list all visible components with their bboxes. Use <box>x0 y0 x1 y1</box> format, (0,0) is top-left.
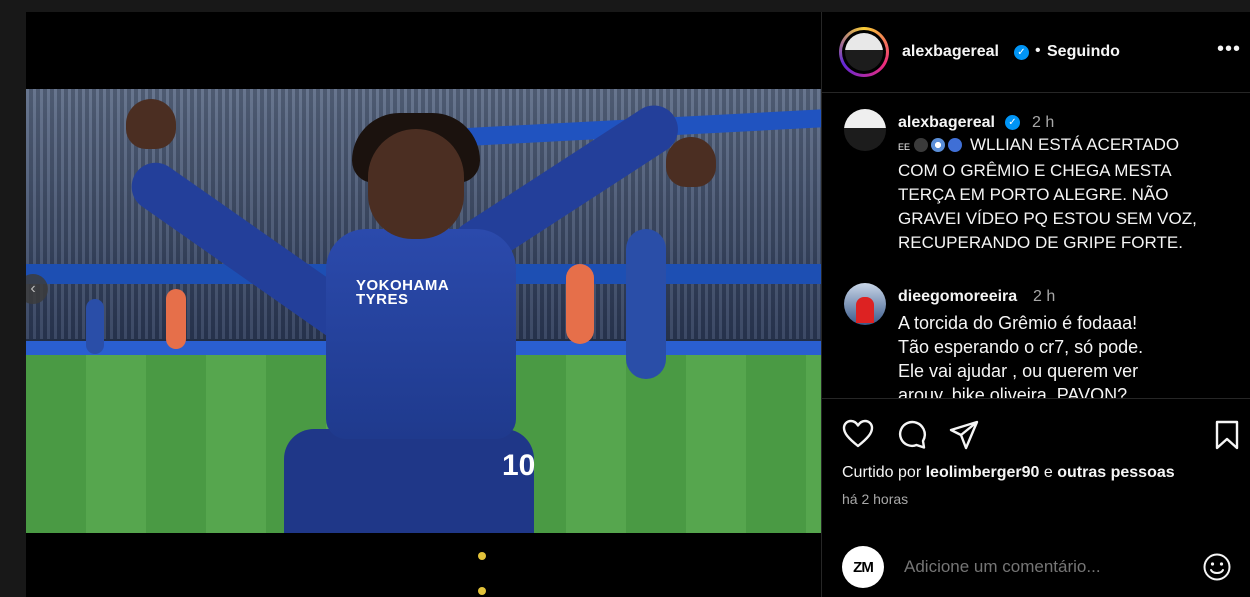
post-header: alexbagereal ✓ • Seguindo ••• <box>822 12 1250 93</box>
emoji-icon[interactable] <box>1202 552 1232 582</box>
caption-prefix: EE <box>898 142 911 152</box>
player-left-hand <box>126 99 176 149</box>
blue-circle-emoji-icon <box>948 138 963 152</box>
player-shirt <box>326 229 516 439</box>
player-head <box>368 129 464 239</box>
background-player <box>86 299 104 354</box>
verified-badge-icon: ✓ <box>1014 45 1029 60</box>
comment-input[interactable] <box>902 556 1196 578</box>
comment-text: A torcida do Grêmio é fodaaa! Tão espera… <box>898 313 1144 398</box>
sponsor-logo: YOKOHAMA TYRES <box>356 277 450 308</box>
author-username[interactable]: alexbagereal <box>902 43 999 61</box>
player-right-hand <box>666 137 716 187</box>
likes-summary: Curtido por leolimberger90 e outras pess… <box>842 464 1175 482</box>
caption-body: WLLIAN ESTÁ ACERTADO COM O GRÊMIO E CHEG… <box>898 135 1197 252</box>
commenter-avatar[interactable] <box>844 283 886 325</box>
share-send-icon[interactable] <box>948 419 980 451</box>
post-photo[interactable]: 10 YOKOHAMA TYRES <box>26 89 821 533</box>
post-timestamp[interactable]: há 2 horas <box>842 491 908 507</box>
background-player <box>566 264 594 344</box>
verified-badge-icon: ✓ <box>1005 115 1020 130</box>
author-avatar[interactable] <box>839 27 889 77</box>
avatar-image <box>845 33 883 71</box>
caption-text: EE WLLIAN ESTÁ ACERTADO COM O GRÊMIO E CH… <box>898 133 1238 255</box>
following-button[interactable]: Seguindo <box>1047 43 1120 61</box>
save-bookmark-icon[interactable] <box>1214 419 1240 451</box>
current-user-avatar: ZM <box>842 546 884 588</box>
background-player <box>166 289 186 349</box>
caption-time[interactable]: 2 h <box>1032 114 1054 132</box>
caption-username[interactable]: alexbagereal <box>898 114 995 132</box>
separator: • <box>1035 42 1041 59</box>
post-sidebar: alexbagereal ✓ • Seguindo ••• alexbagere… <box>821 12 1250 597</box>
comment-username[interactable]: dieegomoreeira <box>898 288 1017 306</box>
comments-list[interactable]: alexbagereal ✓ 2 h EE WLLIAN ESTÁ ACERTAD… <box>822 93 1250 398</box>
like-heart-icon[interactable] <box>842 419 874 449</box>
comment-time[interactable]: 2 h <box>1033 288 1055 306</box>
post-modal: 10 YOKOHAMA TYRES ‹ › alexbagereal ✓ <box>26 12 1250 597</box>
chevron-left-icon: ‹ <box>30 280 36 297</box>
soccer-ball-emoji-icon <box>931 138 946 152</box>
black-circle-emoji-icon <box>914 138 929 152</box>
liked-by-user[interactable]: leolimberger90 <box>926 464 1040 481</box>
liked-by-others[interactable]: outras pessoas <box>1057 464 1174 481</box>
likes-connector: e <box>1043 464 1053 481</box>
carousel-dot <box>478 552 486 560</box>
comment-icon[interactable] <box>896 419 928 451</box>
add-comment-bar: ZM <box>822 532 1250 597</box>
background-player <box>626 229 666 379</box>
caption-avatar[interactable] <box>844 109 886 151</box>
likes-prefix: Curtido por <box>842 464 922 481</box>
post-media: 10 YOKOHAMA TYRES <box>26 12 821 597</box>
carousel-dot <box>478 587 486 595</box>
more-options-icon[interactable]: ••• <box>1217 38 1241 61</box>
player-shorts: 10 <box>284 429 536 533</box>
shirt-number: 10 <box>502 449 536 482</box>
